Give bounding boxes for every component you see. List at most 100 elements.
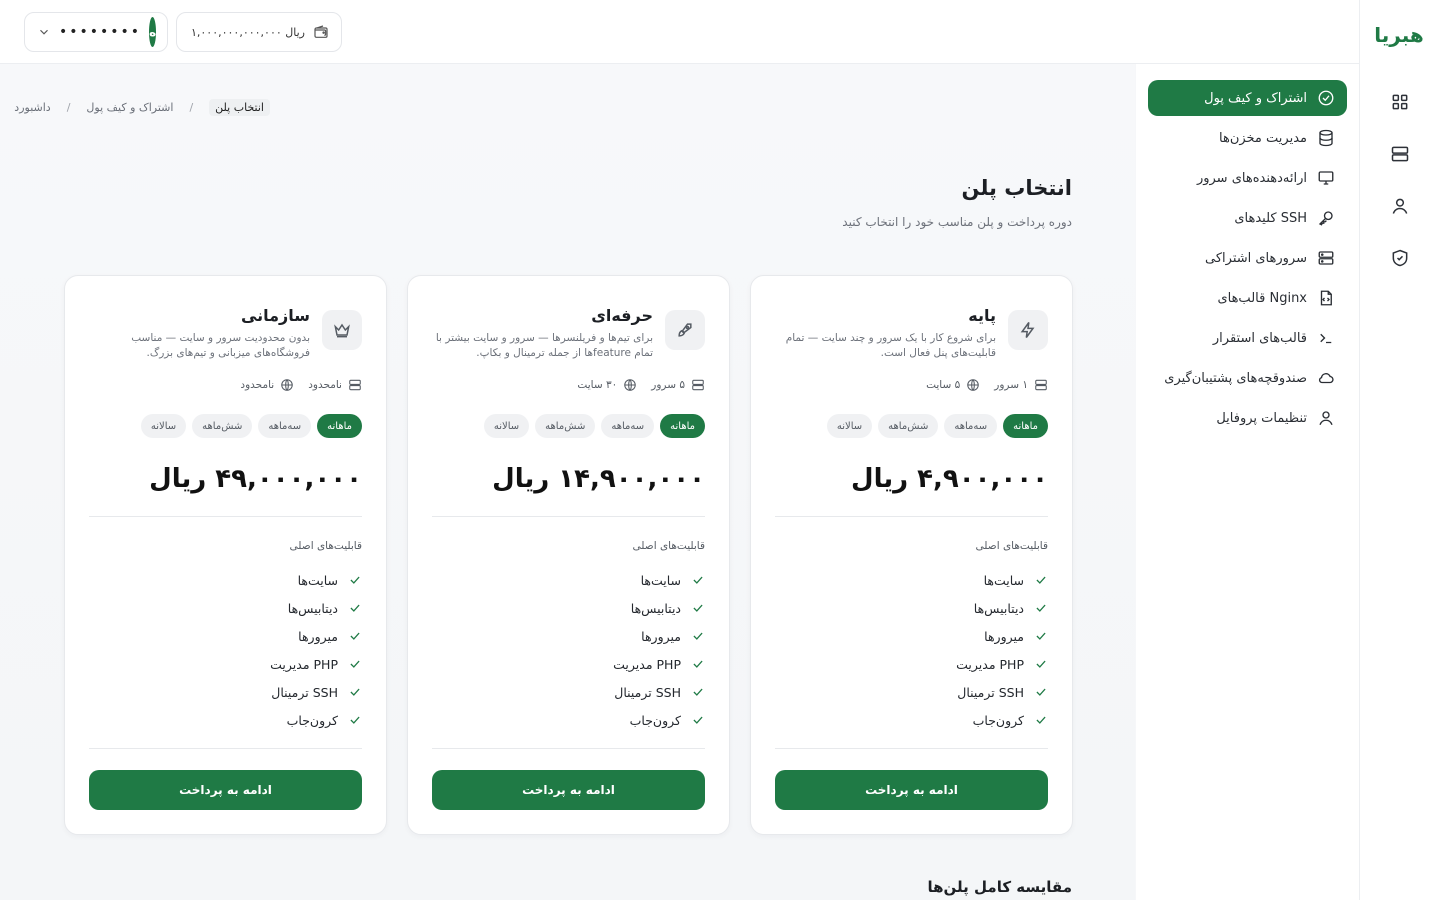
- page-title: انتخاب پلن: [961, 176, 1072, 200]
- period-annual[interactable]: سالانه: [140, 414, 187, 438]
- period-semiannual[interactable]: شش‌ماهه: [878, 414, 939, 438]
- feature-label: دیتابیس‌ها: [287, 600, 338, 616]
- sidebar-item-label: قالب‌های Nginx: [1217, 290, 1307, 306]
- sidebar-item-backup-vaults[interactable]: صندوقچه‌های پشتیبان‌گیری: [1148, 360, 1347, 396]
- sidebar-item-shared-servers[interactable]: سرورهای اشتراکی: [1148, 240, 1347, 276]
- check-icon: [350, 660, 360, 668]
- divider: [432, 516, 705, 517]
- shield-icon[interactable]: [1390, 248, 1410, 268]
- page-subtitle: دوره پرداخت و پلن مناسب خود را انتخاب کن…: [842, 215, 1072, 229]
- globe-icon: [967, 379, 980, 391]
- feature-label: سایت‌ها: [640, 572, 681, 588]
- period-quarterly[interactable]: سه‌ماهه: [601, 414, 655, 438]
- feature-label: مدیریت PHP: [956, 656, 1024, 672]
- sidebar-item-nginx-templates[interactable]: قالب‌های Nginx: [1148, 280, 1347, 316]
- period-monthly[interactable]: ماهانه: [660, 414, 705, 438]
- user-icon: [1317, 409, 1335, 427]
- divider: [89, 748, 362, 749]
- check-icon: [350, 716, 360, 724]
- divider: [89, 516, 362, 517]
- feature-label: میرورها: [298, 628, 338, 644]
- feature-label: سایت‌ها: [983, 572, 1024, 588]
- sidebar-item-server-providers[interactable]: ارائه‌دهنده‌های سرور: [1148, 160, 1347, 196]
- feature-label: میرورها: [641, 628, 681, 644]
- feature-item: سایت‌ها: [162, 566, 362, 594]
- plan-name: پایه: [968, 306, 996, 325]
- check-icon: [1036, 576, 1046, 584]
- period-monthly[interactable]: ماهانه: [317, 414, 362, 438]
- period-quarterly[interactable]: سه‌ماهه: [944, 414, 998, 438]
- check-icon: [350, 576, 360, 584]
- plan-limits: نامحدود نامحدود: [240, 378, 362, 392]
- dashboard-grid-icon[interactable]: [1390, 92, 1410, 112]
- check-icon: [693, 632, 703, 640]
- top-bar: •••••••• ه ۱,۰۰۰,۰۰۰,۰۰۰,۰۰۰ ریال: [0, 0, 1359, 64]
- plan-sites-limit: ۳۰ سایت: [577, 378, 637, 392]
- feature-item: دیتابیس‌ها: [505, 594, 705, 622]
- continue-to-payment-button[interactable]: ادامه به پرداخت: [432, 770, 705, 810]
- sidebar-item-profile-settings[interactable]: تنظیمات پروفایل: [1148, 400, 1347, 436]
- sidebar-item-label: مدیریت مخزن‌ها: [1219, 130, 1307, 146]
- period-annual[interactable]: سالانه: [483, 414, 530, 438]
- feature-item: ترمینال SSH: [505, 678, 705, 706]
- user-name: ••••••••: [59, 24, 142, 40]
- breadcrumb-separator: /: [189, 100, 194, 114]
- check-icon: [350, 632, 360, 640]
- plan-limits: ۱ سرور ۵ سایت: [926, 378, 1048, 392]
- chevron-down-icon: [37, 25, 51, 39]
- user-icon[interactable]: [1390, 196, 1410, 216]
- icon-rail: هبریا: [1359, 0, 1440, 900]
- period-semiannual[interactable]: شش‌ماهه: [535, 414, 596, 438]
- breadcrumb-dashboard[interactable]: داشبورد: [14, 101, 50, 114]
- key-icon: [1317, 209, 1335, 227]
- continue-to-payment-button[interactable]: ادامه به پرداخت: [775, 770, 1048, 810]
- feature-label: ترمینال SSH: [957, 684, 1024, 700]
- plan-description: بدون محدودیت سرور و سایت — مناسب فروشگاه…: [131, 332, 310, 359]
- sidebar-item-repositories[interactable]: مدیریت مخزن‌ها: [1148, 120, 1347, 156]
- rocket-icon: [665, 310, 705, 350]
- crown-icon: [322, 310, 362, 350]
- period-monthly[interactable]: ماهانه: [1003, 414, 1048, 438]
- feature-label: ترمینال SSH: [614, 684, 681, 700]
- check-icon: [693, 688, 703, 696]
- period-quarterly[interactable]: سه‌ماهه: [258, 414, 312, 438]
- user-menu[interactable]: •••••••• ه: [24, 12, 168, 52]
- feature-item: مدیریت PHP: [848, 650, 1048, 678]
- check-icon: [1036, 716, 1046, 724]
- plan-name: سازمانی: [240, 306, 310, 325]
- wallet-icon: [313, 24, 329, 40]
- sidebar-item-label: تنظیمات پروفایل: [1216, 410, 1307, 426]
- feature-item: دیتابیس‌ها: [848, 594, 1048, 622]
- period-annual[interactable]: سالانه: [826, 414, 873, 438]
- sidebar-item-label: قالب‌های استقرار: [1212, 330, 1307, 346]
- check-icon: [693, 604, 703, 612]
- plan-price: ۴,۹۰۰,۰۰۰ ریال: [851, 464, 1048, 494]
- features-title: قابلیت‌های اصلی: [289, 540, 362, 552]
- continue-to-payment-button[interactable]: ادامه به پرداخت: [89, 770, 362, 810]
- check-icon: [693, 576, 703, 584]
- plan-sites-limit: ۵ سایت: [926, 378, 980, 392]
- plan-card-basic: پایه برای شروع کار با یک سرور و چند سایت…: [750, 275, 1073, 835]
- sidebar-item-label: اشتراک و کیف پول: [1204, 90, 1307, 106]
- feature-label: دیتابیس‌ها: [630, 600, 681, 616]
- wallet-balance[interactable]: ۱,۰۰۰,۰۰۰,۰۰۰,۰۰۰ ریال: [176, 12, 342, 52]
- sidebar-item-subscription[interactable]: اشتراک و کیف پول: [1148, 80, 1347, 116]
- feature-label: کرون‌جاب: [972, 712, 1024, 728]
- feature-label: کرون‌جاب: [286, 712, 338, 728]
- breadcrumb-subscription[interactable]: اشتراک و کیف پول: [86, 101, 173, 114]
- feature-label: دیتابیس‌ها: [973, 600, 1024, 616]
- sidebar-item-deploy-templates[interactable]: قالب‌های استقرار: [1148, 320, 1347, 356]
- plan-servers-value: ۱ سرور: [994, 379, 1028, 391]
- plan-description: برای تیم‌ها و فریلنسرها — سرور و سایت بی…: [435, 332, 653, 359]
- plan-description: برای شروع کار با یک سرور و چند سایت — تم…: [785, 332, 996, 359]
- brand-logo[interactable]: هبریا: [1368, 20, 1430, 50]
- servers-icon[interactable]: [1390, 144, 1410, 164]
- terminal-icon: [1317, 329, 1335, 347]
- check-icon: [1036, 688, 1046, 696]
- feature-item: ترمینال SSH: [162, 678, 362, 706]
- features-title: قابلیت‌های اصلی: [632, 540, 705, 552]
- sidebar-item-ssh-keys[interactable]: کلیدهای SSH: [1148, 200, 1347, 236]
- server-icon: [1317, 249, 1335, 267]
- period-semiannual[interactable]: شش‌ماهه: [192, 414, 253, 438]
- monitor-icon: [1317, 169, 1335, 187]
